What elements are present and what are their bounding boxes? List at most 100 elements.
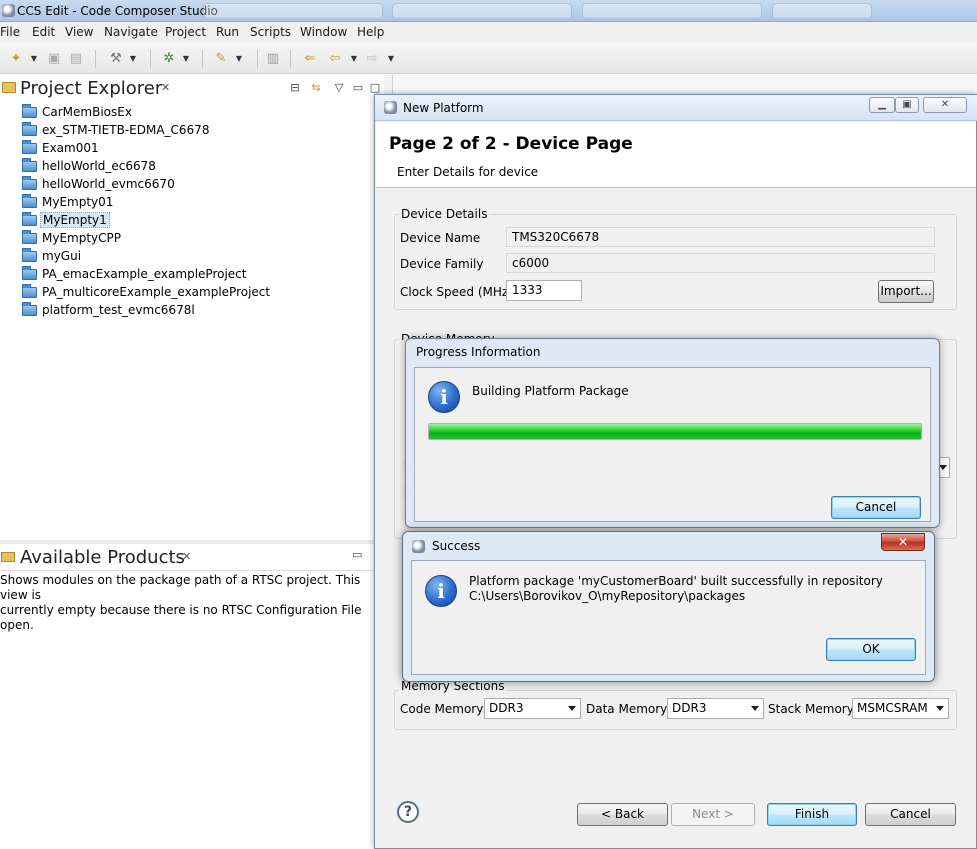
project-folder-icon xyxy=(22,212,37,226)
back-button[interactable]: < Back xyxy=(577,803,668,826)
clock-speed-label: Clock Speed (MHz) xyxy=(400,285,513,299)
project-folder-icon xyxy=(22,140,37,154)
close-icon[interactable]: ✕ xyxy=(923,97,967,113)
dialog-title-bar: New Platform ▁ ▣ ✕ xyxy=(375,95,977,121)
clock-speed-input[interactable]: 1333 xyxy=(506,280,582,301)
toggle-view-icon[interactable]: ▥ xyxy=(265,51,281,67)
menu-file[interactable]: File xyxy=(0,25,20,39)
window-title-bar: CCS Edit - Code Composer Studio xyxy=(0,0,977,22)
info-icon: i xyxy=(428,381,460,413)
toolbar-separator xyxy=(257,50,258,68)
minimize-view-icon[interactable]: ▭ xyxy=(352,548,362,561)
forward-dropdown-icon[interactable]: ▼ xyxy=(387,51,395,67)
cancel-button[interactable]: Cancel xyxy=(865,803,956,826)
project-folder-icon xyxy=(22,302,37,316)
menu-help[interactable]: Help xyxy=(357,25,384,39)
progress-information-dialog: Progress Information i Building Platform… xyxy=(405,338,940,528)
stack-memory-label: Stack Memory: xyxy=(768,702,858,716)
background-taskbar-ghost xyxy=(772,3,872,19)
menu-view[interactable]: View xyxy=(65,25,93,39)
project-folder-icon xyxy=(22,122,37,136)
menu-scripts[interactable]: Scripts xyxy=(250,25,291,39)
new-dropdown-icon[interactable]: ▼ xyxy=(30,51,38,67)
close-view-icon[interactable]: ✕ xyxy=(182,550,191,563)
device-name-label: Device Name xyxy=(400,231,481,245)
import-button[interactable]: Import... xyxy=(878,280,934,303)
dialog-app-icon xyxy=(384,101,397,114)
stack-memory-value: MSMCSRAM xyxy=(857,701,928,715)
dialog-body: i Platform package 'myCustomerBoard' bui… xyxy=(411,560,926,675)
forward-arrow-icon[interactable]: ⇨ xyxy=(364,51,380,67)
success-dialog: Success ✕ i Platform package 'myCustomer… xyxy=(402,531,935,682)
page-title: Page 2 of 2 - Device Page xyxy=(389,134,633,154)
project-explorer-icon xyxy=(2,82,16,93)
finish-button[interactable]: Finish xyxy=(767,803,857,826)
data-memory-label: Data Memory: xyxy=(586,702,671,716)
success-message: Platform package 'myCustomerBoard' built… xyxy=(469,574,883,604)
menu-edit[interactable]: Edit xyxy=(32,25,55,39)
dialog-title: New Platform xyxy=(403,101,484,115)
project-name: ex_STM-TIETB-EDMA_C6678 xyxy=(42,123,210,137)
view-menu-icon[interactable]: ▽ xyxy=(332,81,346,95)
menu-run[interactable]: Run xyxy=(216,25,239,39)
available-products-title[interactable]: Available Products xyxy=(20,547,185,568)
ok-button[interactable]: OK xyxy=(826,638,916,661)
close-view-icon[interactable]: ✕ xyxy=(161,81,170,94)
dialog-app-icon xyxy=(412,540,425,553)
new-icon[interactable]: ✦ xyxy=(8,51,24,67)
horizontal-sash[interactable] xyxy=(0,540,392,544)
toolbar-separator xyxy=(150,50,151,68)
collapse-all-icon[interactable]: ⊟ xyxy=(288,81,302,95)
project-folder-icon xyxy=(22,104,37,118)
project-folder-icon xyxy=(22,248,37,262)
project-name: Exam001 xyxy=(42,141,99,155)
window-title: CCS Edit - Code Composer Studio xyxy=(17,4,218,18)
flash-tool-icon[interactable]: ✎ xyxy=(213,51,229,67)
device-family-label: Device Family xyxy=(400,257,484,271)
menu-navigate[interactable]: Navigate xyxy=(104,25,158,39)
project-name: MyEmpty01 xyxy=(42,195,114,209)
link-with-editor-icon[interactable]: ⇆ xyxy=(309,81,323,95)
toolbar-separator xyxy=(202,50,203,68)
save-all-icon[interactable]: ▤ xyxy=(68,51,84,67)
page-subtitle: Enter Details for device xyxy=(397,165,539,179)
menu-window[interactable]: Window xyxy=(300,25,347,39)
flash-dropdown-icon[interactable]: ▼ xyxy=(235,51,243,67)
save-icon[interactable]: ▣ xyxy=(46,51,62,67)
progress-bar xyxy=(428,423,922,440)
ccs-app-icon xyxy=(2,4,15,17)
project-explorer-title[interactable]: Project Explorer xyxy=(20,78,162,99)
last-edit-icon[interactable]: ⇐ xyxy=(302,51,318,67)
build-hammer-icon[interactable]: ⚒ xyxy=(108,51,124,67)
menu-project[interactable]: Project xyxy=(165,25,206,39)
device-name-field: TMS320C6678 xyxy=(506,227,935,247)
minimize-icon[interactable]: ▁ xyxy=(869,97,895,113)
back-dropdown-icon[interactable]: ▼ xyxy=(350,51,358,67)
project-explorer-header: Project Explorer ✕ ⊟ ⇆ ▽ ▭ □ xyxy=(0,77,385,101)
dropdown-arrow-icon xyxy=(751,706,759,711)
close-icon[interactable]: ✕ xyxy=(881,533,925,551)
maximize-view-icon[interactable]: □ xyxy=(368,81,382,95)
restore-icon[interactable]: ▣ xyxy=(895,97,919,113)
main-toolbar: ✦ ▼ ▣ ▤ ⚒ ▼ ✲ ▼ ✎ ▼ ▥ ⇐ ⇦ ▼ ⇨ ▼ xyxy=(0,42,977,74)
dialog-body: i Building Platform Package Cancel xyxy=(414,367,931,522)
help-icon[interactable]: ? xyxy=(397,801,419,823)
available-products-message: Shows modules on the package path of a R… xyxy=(0,573,385,633)
data-memory-select[interactable]: DDR3 xyxy=(667,698,764,719)
build-dropdown-icon[interactable]: ▼ xyxy=(129,51,137,67)
code-memory-label: Code Memory: xyxy=(400,702,487,716)
dialog-title: Progress Information xyxy=(416,345,541,359)
project-folder-icon xyxy=(22,158,37,172)
message-line: Platform package 'myCustomerBoard' built… xyxy=(469,574,883,588)
debug-dropdown-icon[interactable]: ▼ xyxy=(182,51,190,67)
device-family-field: c6000 xyxy=(506,253,935,273)
minimize-view-icon[interactable]: ▭ xyxy=(351,81,365,95)
code-memory-select[interactable]: DDR3 xyxy=(484,698,581,719)
stack-memory-select[interactable]: MSMCSRAM xyxy=(852,698,949,719)
project-name: myGui xyxy=(42,249,82,263)
next-button[interactable]: Next > xyxy=(671,803,755,826)
cancel-button[interactable]: Cancel xyxy=(831,496,921,519)
debug-bug-icon[interactable]: ✲ xyxy=(161,51,177,67)
info-icon: i xyxy=(425,575,457,607)
back-arrow-icon[interactable]: ⇦ xyxy=(327,51,343,67)
